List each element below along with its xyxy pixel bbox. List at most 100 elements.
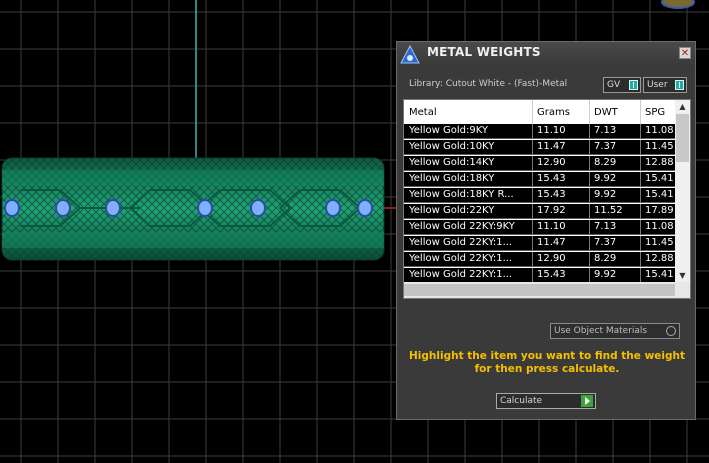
cell-grams: 15.43 — [537, 269, 566, 280]
table-row[interactable]: Yellow Gold 22KY:9KY 11.10 7.13 11.08 — [404, 220, 676, 235]
instruction-line-1: Highlight the item you want to find the … — [409, 350, 685, 362]
cell-metal: Yellow Gold 22KY:1... — [409, 253, 513, 264]
gv-toggle-label: GV — [607, 80, 621, 90]
column-header-spg[interactable]: SPG — [645, 107, 665, 118]
table-row[interactable]: Yellow Gold:22KY 17.92 11.52 17.89 — [404, 204, 676, 219]
cell-spg: 11.08 — [645, 125, 674, 136]
cell-metal: Yellow Gold:22KY — [409, 205, 495, 216]
panel-titlebar[interactable]: METAL WEIGHTS ✕ — [397, 42, 695, 68]
cell-spg: 11.45 — [645, 237, 674, 248]
cell-dwt: 8.29 — [594, 253, 617, 264]
cell-dwt: 7.37 — [594, 141, 617, 152]
cell-dwt: 9.92 — [594, 189, 617, 200]
vertical-scrollbar[interactable]: ▲ ▼ — [675, 100, 690, 282]
gem-stone — [4, 199, 20, 217]
cell-divider — [589, 124, 590, 139]
table-row[interactable]: Yellow Gold:18KY 15.43 9.92 15.41 — [404, 172, 676, 187]
column-header-metal[interactable]: Metal — [409, 107, 437, 118]
cell-dwt: 9.92 — [594, 173, 617, 184]
column-header-grams[interactable]: Grams — [537, 107, 570, 118]
user-toggle[interactable]: User — [643, 77, 687, 93]
metal-weights-panel: METAL WEIGHTS ✕ Library: Cutout White - … — [396, 41, 696, 420]
cell-divider — [640, 204, 641, 219]
table-row[interactable]: Yellow Gold:9KY 11.10 7.13 11.08 — [404, 124, 676, 139]
cell-divider — [532, 204, 533, 219]
cell-spg: 12.88 — [645, 157, 674, 168]
cell-divider — [640, 156, 641, 171]
cell-grams: 12.90 — [537, 157, 566, 168]
calculate-label: Calculate — [500, 396, 543, 406]
gv-toggle[interactable]: GV — [603, 77, 641, 93]
gem-stone — [55, 199, 71, 217]
cell-divider — [589, 204, 590, 219]
cell-divider — [589, 172, 590, 187]
cell-spg: 11.45 — [645, 141, 674, 152]
cell-grams: 11.10 — [537, 221, 566, 232]
cell-spg: 15.41 — [645, 189, 674, 200]
use-object-materials-label: Use Object Materials — [554, 326, 648, 336]
instruction-text: Highlight the item you want to find the … — [407, 350, 687, 376]
cell-grams: 17.92 — [537, 205, 566, 216]
table-row[interactable]: Yellow Gold 22KY:1... 12.90 8.29 12.88 — [404, 252, 676, 267]
cell-divider — [532, 188, 533, 203]
cell-divider — [640, 268, 641, 283]
calculate-button[interactable]: Calculate — [496, 393, 596, 409]
cell-metal: Yellow Gold 22KY:1... — [409, 237, 513, 248]
cell-metal: Yellow Gold:14KY — [409, 157, 495, 168]
close-icon[interactable]: ✕ — [679, 47, 691, 59]
column-header-dwt[interactable]: DWT — [594, 107, 618, 118]
chevron-down-icon[interactable]: ▼ — [675, 269, 690, 282]
cell-divider — [640, 172, 641, 187]
cell-dwt: 7.13 — [594, 125, 617, 136]
vertical-scroll-thumb[interactable] — [676, 114, 689, 162]
cell-metal: Yellow Gold:10KY — [409, 141, 495, 152]
table-row[interactable]: Yellow Gold:14KY 12.90 8.29 12.88 — [404, 156, 676, 171]
cell-grams: 11.10 — [537, 125, 566, 136]
cell-spg: 15.41 — [645, 269, 674, 280]
cell-divider — [589, 252, 590, 267]
cell-divider — [640, 220, 641, 235]
cell-divider — [532, 172, 533, 187]
cell-metal: Yellow Gold:18KY R... — [409, 189, 514, 200]
cell-divider — [589, 236, 590, 251]
horizontal-scrollbar[interactable] — [404, 282, 690, 298]
cell-dwt: 9.92 — [594, 269, 617, 280]
cell-spg: 12.88 — [645, 253, 674, 264]
gem-stone — [325, 199, 341, 217]
column-divider — [640, 100, 641, 124]
cell-divider — [589, 268, 590, 283]
cell-divider — [532, 252, 533, 267]
radio-icon[interactable] — [666, 326, 676, 336]
panel-title: METAL WEIGHTS — [427, 45, 541, 59]
metal-table: Metal Grams DWT SPG Yellow Gold:9KY 11.10… — [403, 99, 691, 299]
corner-orb-icon[interactable] — [661, 0, 695, 9]
cell-divider — [640, 140, 641, 155]
gem-stone — [357, 199, 373, 217]
cell-grams: 11.47 — [537, 237, 566, 248]
column-divider — [532, 100, 533, 124]
cell-grams: 15.43 — [537, 189, 566, 200]
cell-divider — [589, 140, 590, 155]
cell-grams: 11.47 — [537, 141, 566, 152]
cell-divider — [640, 236, 641, 251]
cell-divider — [589, 220, 590, 235]
cell-divider — [532, 156, 533, 171]
toggle-indicator-icon — [629, 80, 638, 90]
toggle-indicator-icon — [675, 80, 684, 90]
scroll-corner — [675, 282, 690, 298]
logo-icon — [400, 44, 420, 64]
cell-dwt: 7.37 — [594, 237, 617, 248]
use-object-materials-toggle[interactable]: Use Object Materials — [550, 323, 680, 339]
cell-metal: Yellow Gold 22KY:9KY — [409, 221, 515, 232]
table-row[interactable]: Yellow Gold:18KY R... 15.43 9.92 15.41 — [404, 188, 676, 203]
horizontal-scroll-thumb[interactable] — [404, 284, 676, 296]
cell-divider — [640, 124, 641, 139]
table-row[interactable]: Yellow Gold 22KY:1... 11.47 7.37 11.45 — [404, 236, 676, 251]
chevron-up-icon[interactable]: ▲ — [675, 100, 690, 113]
cell-divider — [640, 252, 641, 267]
table-row[interactable]: Yellow Gold 22KY:1... 15.43 9.92 15.41 — [404, 268, 676, 283]
play-icon[interactable] — [581, 395, 593, 407]
cell-divider — [589, 156, 590, 171]
table-row[interactable]: Yellow Gold:10KY 11.47 7.37 11.45 — [404, 140, 676, 155]
cell-dwt: 7.13 — [594, 221, 617, 232]
